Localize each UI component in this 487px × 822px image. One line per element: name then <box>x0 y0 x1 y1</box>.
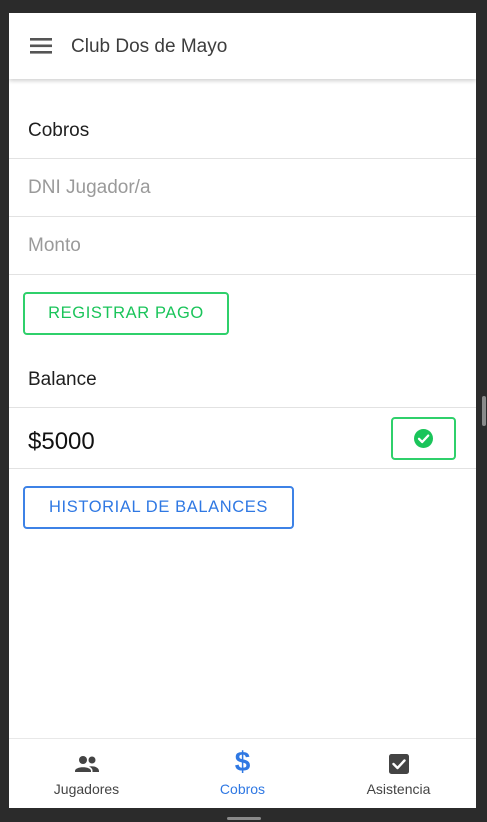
nav-label-jugadores: Jugadores <box>53 781 120 797</box>
confirm-balance-button[interactable] <box>391 417 456 460</box>
divider <box>9 274 476 275</box>
balance-value: $5000 <box>28 428 95 455</box>
nav-item-asistencia[interactable]: Asistencia <box>321 739 476 808</box>
balance-section-title: Balance <box>28 369 97 390</box>
home-indicator <box>227 817 261 820</box>
divider <box>9 407 476 408</box>
app-title: Club Dos de Mayo <box>71 36 228 57</box>
nav-label-cobros: Cobros <box>219 781 266 797</box>
bottom-navigation: Jugadores $ Cobros Asistencia <box>9 738 476 808</box>
nav-item-cobros[interactable]: $ Cobros <box>165 739 320 808</box>
nav-item-jugadores[interactable]: Jugadores <box>9 739 164 808</box>
app-screen: Club Dos de Mayo Cobros DNI Jugador/a Mo… <box>9 13 476 808</box>
divider <box>9 216 476 217</box>
divider <box>9 158 476 159</box>
dollar-icon: $ <box>234 746 251 777</box>
check-circle-icon <box>414 429 433 448</box>
divider <box>9 468 476 469</box>
device-frame: Club Dos de Mayo Cobros DNI Jugador/a Mo… <box>0 0 487 822</box>
register-payment-button[interactable]: REGISTRAR PAGO <box>23 292 229 335</box>
people-icon <box>74 756 99 772</box>
nav-label-asistencia: Asistencia <box>366 781 431 797</box>
monto-input[interactable]: Monto <box>28 234 81 258</box>
hamburger-menu-icon[interactable] <box>29 35 55 57</box>
checkbox-icon <box>388 754 409 774</box>
app-bar: Club Dos de Mayo <box>9 13 476 79</box>
balance-history-button[interactable]: HISTORIAL DE BALANCES <box>23 486 294 529</box>
dni-input[interactable]: DNI Jugador/a <box>28 176 151 200</box>
side-handle <box>482 396 486 426</box>
cobros-section-title: Cobros <box>28 120 90 141</box>
